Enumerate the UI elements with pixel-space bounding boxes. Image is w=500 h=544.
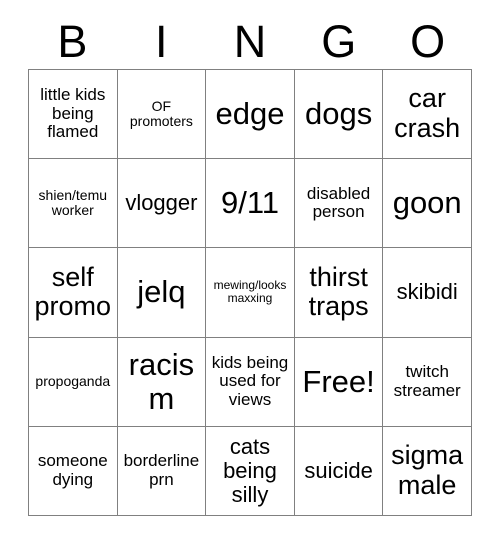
bingo-cell-label: 9/11: [220, 185, 280, 221]
bingo-cell-o3[interactable]: skibidi: [383, 248, 472, 338]
bingo-header-row: B I N G O: [28, 14, 472, 69]
bingo-cell-b1[interactable]: little kids being flamed: [29, 70, 118, 160]
bingo-cell-i5[interactable]: borderline prn: [117, 426, 207, 516]
bingo-cell-label: mewing/looksmaxxing: [213, 278, 287, 306]
bingo-cell-free-space[interactable]: Free!: [294, 337, 384, 427]
bingo-cell-label: thirst traps: [308, 261, 369, 322]
bingo-cell-label: cats being silly: [223, 433, 277, 507]
bingo-cell-i1[interactable]: OF promoters: [117, 70, 207, 160]
bingo-cell-n2[interactable]: 9/11: [206, 159, 295, 249]
bingo-card: B I N G O little kids being flamed OF pr…: [28, 14, 472, 516]
bingo-grid: little kids being flamed OF promoters ed…: [28, 69, 472, 516]
bingo-cell-o4[interactable]: twitch streamer: [383, 337, 472, 427]
bingo-cell-i4[interactable]: racism: [117, 337, 207, 427]
bingo-cell-label: car crash: [394, 83, 461, 144]
bingo-cell-n4[interactable]: kids being used for views: [206, 337, 295, 427]
bingo-header-letter-i: I: [154, 16, 168, 67]
bingo-cell-g5[interactable]: suicide: [294, 426, 384, 516]
bingo-cell-n1[interactable]: edge: [206, 70, 295, 160]
bingo-cell-g3[interactable]: thirst traps: [294, 248, 384, 338]
bingo-cell-o1[interactable]: car crash: [383, 70, 472, 160]
bingo-cell-g1[interactable]: dogs: [294, 70, 384, 160]
bingo-cell-b4[interactable]: propoganda: [29, 337, 118, 427]
bingo-cell-label: jelq: [137, 274, 186, 310]
bingo-cell-i2[interactable]: vlogger: [117, 159, 207, 249]
bingo-cell-b2[interactable]: shien/temu worker: [29, 159, 118, 249]
bingo-cell-label: twitch streamer: [393, 362, 461, 400]
bingo-cell-label: little kids being flamed: [40, 85, 106, 142]
bingo-cell-label: skibidi: [396, 279, 458, 305]
bingo-header-letter-g: G: [321, 16, 357, 67]
bingo-cell-label: suicide: [304, 457, 373, 483]
bingo-cell-label: borderline prn: [123, 451, 200, 489]
bingo-cell-label: Free!: [302, 363, 375, 399]
bingo-cell-label: disabled person: [306, 183, 371, 222]
bingo-cell-label: dogs: [304, 96, 373, 132]
bingo-cell-label: racism: [128, 346, 195, 416]
bingo-header-letter-b: B: [57, 16, 88, 67]
bingo-cell-label: OF promoters: [129, 97, 193, 130]
bingo-cell-o5[interactable]: sigma male: [383, 426, 472, 516]
bingo-cell-o2[interactable]: goon: [383, 159, 472, 249]
bingo-cell-b5[interactable]: someone dying: [29, 426, 118, 516]
bingo-cell-b3[interactable]: self promo: [29, 248, 118, 338]
bingo-cell-label: kids being used for views: [211, 352, 289, 410]
bingo-cell-label: goon: [392, 185, 462, 221]
bingo-header-letter-o: O: [410, 16, 446, 67]
bingo-cell-label: propoganda: [35, 373, 111, 389]
bingo-cell-label: vlogger: [125, 190, 198, 216]
bingo-cell-label: edge: [215, 96, 285, 132]
bingo-cell-n3[interactable]: mewing/looksmaxxing: [206, 248, 295, 338]
bingo-cell-label: shien/temu worker: [38, 186, 108, 219]
bingo-cell-n5[interactable]: cats being silly: [206, 426, 295, 516]
bingo-cell-label: sigma male: [391, 440, 464, 500]
bingo-cell-i3[interactable]: jelq: [117, 248, 207, 338]
bingo-cell-g2[interactable]: disabled person: [294, 159, 384, 249]
bingo-header-letter-n: N: [233, 16, 267, 67]
bingo-cell-label: self promo: [34, 261, 112, 322]
bingo-cell-label: someone dying: [37, 451, 108, 489]
